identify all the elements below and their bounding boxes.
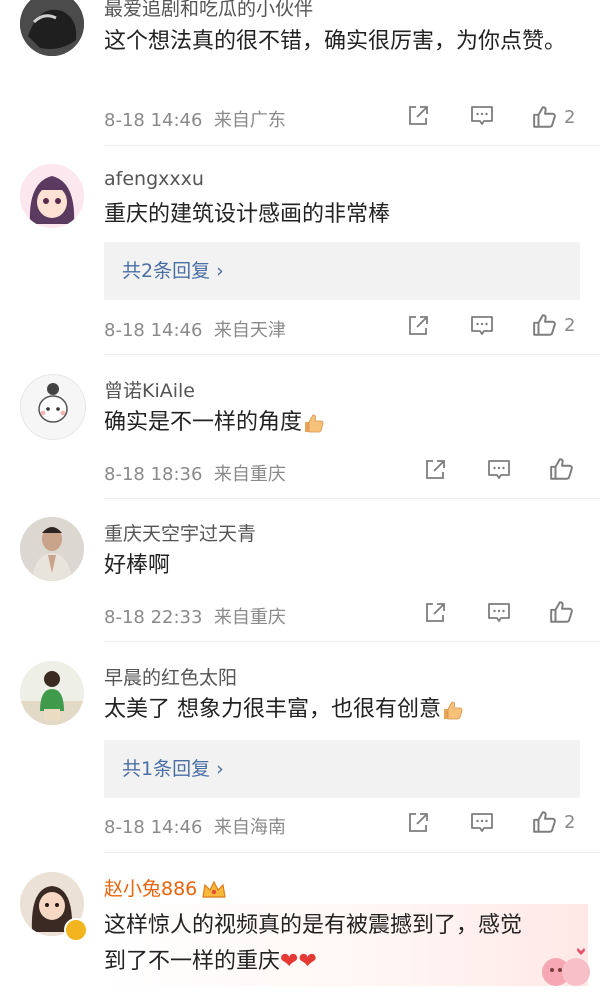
verified-badge <box>64 918 88 942</box>
share-button[interactable] <box>406 314 430 338</box>
comment-meta: 8-18 22:33 来自重庆 <box>104 603 286 629</box>
comment-meta: 8-18 18:36 来自重庆 <box>104 460 286 486</box>
avatar[interactable] <box>20 517 84 581</box>
divider <box>104 145 600 146</box>
share-icon <box>423 458 447 482</box>
comment-location: 来自重庆 <box>213 464 286 485</box>
comment-icon <box>470 314 494 338</box>
avatar[interactable] <box>20 661 84 725</box>
like-button[interactable]: 2 <box>532 312 575 338</box>
thumbs-up-icon <box>549 456 575 482</box>
comment-text: 重庆的建筑设计感画的非常棒 <box>104 202 391 227</box>
thumbs-up-icon <box>549 599 575 625</box>
comment-text-body: 确实是不一样的角度 <box>104 410 303 435</box>
share-icon <box>423 601 447 625</box>
comment-meta: 8-18 14:46 来自广东 <box>104 106 286 132</box>
share-icon <box>406 811 430 835</box>
like-button[interactable]: 2 <box>532 104 575 130</box>
comment-time: 8-18 18:36 <box>104 464 203 485</box>
comment-text: 太美了 想象力很丰富，也很有创意 <box>104 692 579 728</box>
like-button[interactable] <box>549 599 581 625</box>
commenter-name[interactable]: 曾诺KiAile <box>104 376 195 403</box>
thumbs-up-icon <box>532 312 558 338</box>
comment-time: 8-18 22:33 <box>104 607 203 628</box>
comment-icon <box>470 104 494 128</box>
share-button[interactable] <box>406 104 430 128</box>
comment-button[interactable] <box>470 104 494 128</box>
comment-time: 8-18 14:46 <box>104 110 203 131</box>
commenter-name[interactable]: 重庆天空宇过天青 <box>104 519 256 546</box>
reply-count: 共1条回复 › <box>122 758 224 780</box>
comment-location: 来自重庆 <box>213 607 286 628</box>
thumbs-up-icon <box>532 104 558 130</box>
avatar[interactable] <box>20 164 84 228</box>
comment-meta: 8-18 14:46 来自天津 <box>104 316 286 342</box>
divider <box>104 641 600 642</box>
commenter-name[interactable]: 最爱追剧和吃瓜的小伙伴 <box>104 0 313 21</box>
commenter-name[interactable]: 早晨的红色太阳 <box>104 663 237 690</box>
comment-text: 确实是不一样的角度 <box>104 405 579 441</box>
like-button[interactable] <box>549 456 581 482</box>
avatar[interactable] <box>20 0 84 56</box>
avatar[interactable] <box>20 374 86 440</box>
commenter-name-text: 赵小兔886 <box>104 878 198 900</box>
comment-text: 这样惊人的视频真的是有被震撼到了，感觉到了不一样的重庆❤❤ <box>104 908 534 980</box>
divider <box>104 852 600 853</box>
divider <box>104 498 600 499</box>
comment-button[interactable] <box>470 811 494 835</box>
comment-text: 这个想法真的很不错，确实很厉害，为你点赞。 <box>104 29 567 54</box>
comment-icon <box>487 458 511 482</box>
reply-count: 共2条回复 › <box>122 260 224 282</box>
thumbs-up-emoji <box>441 698 465 722</box>
comment-text: 好棒啊 <box>104 553 171 578</box>
crown-icon <box>202 880 226 898</box>
comment-meta: 8-18 14:46 来自海南 <box>104 813 286 839</box>
comment-time: 8-18 14:46 <box>104 320 203 341</box>
heart-emoji: ❤❤ <box>280 949 317 974</box>
comment-button[interactable] <box>487 601 511 625</box>
comment-button[interactable] <box>470 314 494 338</box>
comment-decoration <box>538 942 594 994</box>
comment-icon <box>470 811 494 835</box>
share-icon <box>406 104 430 128</box>
like-count: 2 <box>564 811 576 833</box>
like-count: 2 <box>564 106 576 128</box>
thumbs-up-icon <box>532 809 558 835</box>
thumbs-up-emoji <box>302 411 326 435</box>
divider <box>104 354 600 355</box>
reply-thread-link[interactable]: 共1条回复 › <box>104 740 580 798</box>
comment-location: 来自天津 <box>213 320 286 341</box>
share-button[interactable] <box>423 458 447 482</box>
like-count: 2 <box>564 314 576 336</box>
share-button[interactable] <box>406 811 430 835</box>
comment-icon <box>487 601 511 625</box>
comment-location: 来自广东 <box>213 110 286 131</box>
share-button[interactable] <box>423 601 447 625</box>
commenter-name[interactable]: 赵小兔886 <box>104 874 227 901</box>
comment-time: 8-18 14:46 <box>104 817 203 838</box>
share-icon <box>406 314 430 338</box>
like-button[interactable]: 2 <box>532 809 575 835</box>
comment-button[interactable] <box>487 458 511 482</box>
reply-thread-link[interactable]: 共2条回复 › <box>104 242 580 300</box>
comment-text-body: 太美了 想象力很丰富，也很有创意 <box>104 697 441 722</box>
comment-location: 来自海南 <box>213 817 286 838</box>
commenter-name[interactable]: afengxxxu <box>104 168 204 190</box>
